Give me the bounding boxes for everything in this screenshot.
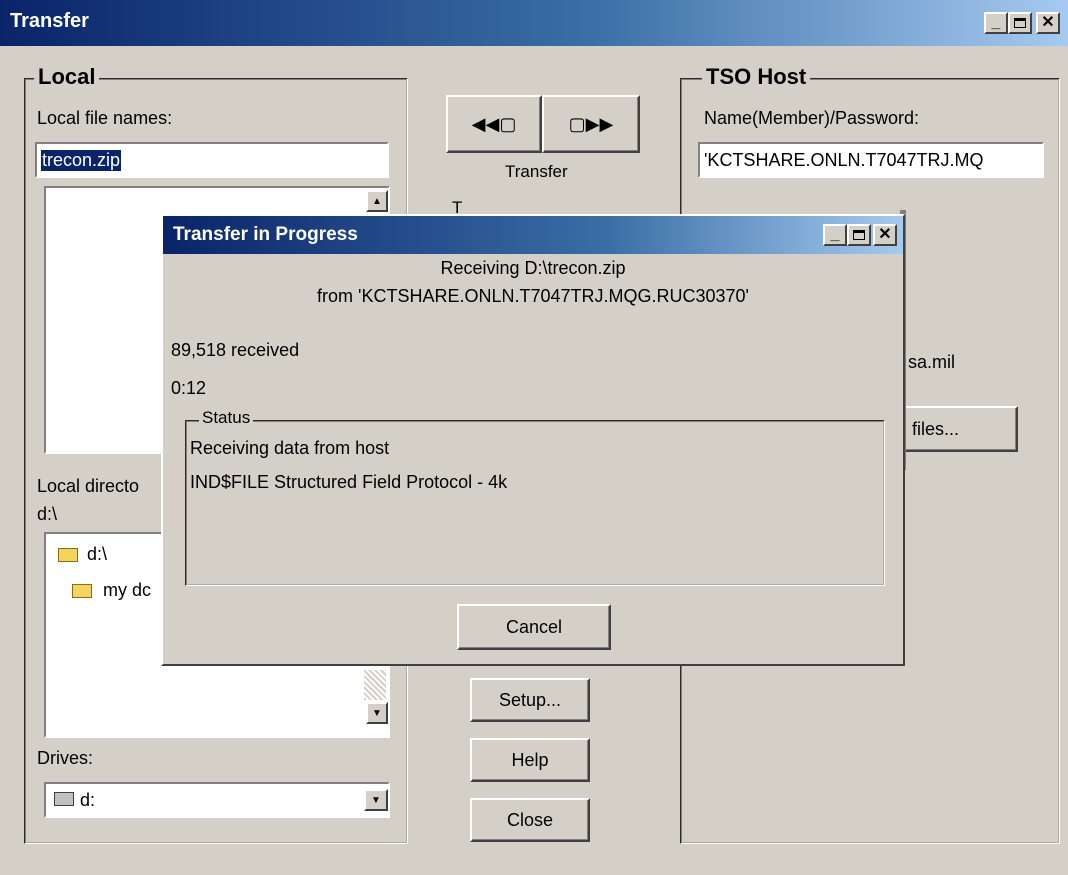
folder-open-icon <box>58 548 78 563</box>
status-legend: Status <box>199 408 254 428</box>
receive-file-icon: ◀◀▢ <box>471 113 517 134</box>
maximize-icon <box>1014 18 1026 28</box>
scroll-down-icon: ▼ <box>372 707 382 719</box>
receive-button[interactable]: ◀◀▢ <box>446 95 542 153</box>
close-button[interactable]: Close <box>470 798 590 842</box>
drives-label: Drives: <box>37 748 94 768</box>
drives-select[interactable]: d: ▼ <box>44 782 390 818</box>
dialog-maximize-button[interactable] <box>847 224 871 246</box>
transfer-label: Transfer <box>505 162 568 181</box>
drive-icon <box>54 792 74 806</box>
status-line-1: Receiving data from host <box>190 438 390 458</box>
host-partial-text: sa.mil <box>908 352 956 372</box>
from-line: from 'KCTSHARE.ONLN.T7047TRJ.MQG.RUC3037… <box>317 286 749 306</box>
receiving-line: Receiving D:\trecon.zip <box>440 258 626 278</box>
host-name-input[interactable]: 'KCTSHARE.ONLN.T7047TRJ.MQ <box>698 142 1044 178</box>
dialog-title-bar: Transfer in Progress _ ✕ <box>163 216 903 254</box>
send-file-icon: ▢▶▶ <box>568 113 614 134</box>
tree-item-my-docs[interactable]: my dc <box>72 580 151 601</box>
setup-button[interactable]: Setup... <box>470 678 590 722</box>
dialog-minimize-button[interactable]: _ <box>823 224 847 246</box>
local-directory-value: d:\ <box>37 504 58 524</box>
drive-value: d: <box>80 790 96 810</box>
dialog-title: Transfer in Progress <box>173 224 358 245</box>
maximize-button[interactable] <box>1008 12 1032 34</box>
dialog-close-button[interactable]: ✕ <box>873 224 897 246</box>
folder-icon <box>72 584 92 599</box>
drives-dropdown-button[interactable]: ▼ <box>364 789 388 811</box>
tree-item-label: my dc <box>103 580 152 600</box>
send-button[interactable]: ▢▶▶ <box>542 95 640 153</box>
tree-item-label: d:\ <box>87 544 108 564</box>
scroll-track[interactable] <box>364 670 386 700</box>
status-line-2: IND$FILE Structured Field Protocol - 4k <box>190 472 508 492</box>
scroll-up-button[interactable]: ▲ <box>366 190 388 212</box>
host-name-value: 'KCTSHARE.ONLN.T7047TRJ.MQ <box>704 150 984 170</box>
local-file-name-value: trecon.zip <box>41 150 122 171</box>
maximize-icon <box>853 230 865 240</box>
transfer-progress-dialog: Transfer in Progress _ ✕ Receiving D:\tr… <box>161 214 905 666</box>
local-file-names-label: Local file names: <box>37 108 173 128</box>
local-legend: Local <box>34 64 100 90</box>
local-file-name-input[interactable]: trecon.zip <box>35 142 389 178</box>
close-icon: ✕ <box>878 226 892 243</box>
close-window-button[interactable]: ✕ <box>1036 12 1060 34</box>
minimize-icon: _ <box>991 14 1001 31</box>
tree-item-d[interactable]: d:\ <box>58 544 107 565</box>
title-bar: Transfer _ ✕ <box>0 0 1068 46</box>
local-directory-label: Local directo <box>37 476 140 496</box>
cancel-button[interactable]: Cancel <box>457 604 611 650</box>
window-title: Transfer <box>10 10 89 32</box>
close-icon: ✕ <box>1041 14 1055 31</box>
scroll-down-button[interactable]: ▼ <box>366 702 388 724</box>
minimize-button[interactable]: _ <box>984 12 1008 34</box>
elapsed-time: 0:12 <box>171 378 207 398</box>
tso-host-legend: TSO Host <box>702 64 811 90</box>
chevron-down-icon: ▼ <box>371 794 381 806</box>
minimize-icon: _ <box>830 226 840 243</box>
name-password-label: Name(Member)/Password: <box>704 108 920 128</box>
scroll-up-icon: ▲ <box>372 195 382 207</box>
help-button[interactable]: Help <box>470 738 590 782</box>
bytes-received: 89,518 received <box>171 340 300 360</box>
